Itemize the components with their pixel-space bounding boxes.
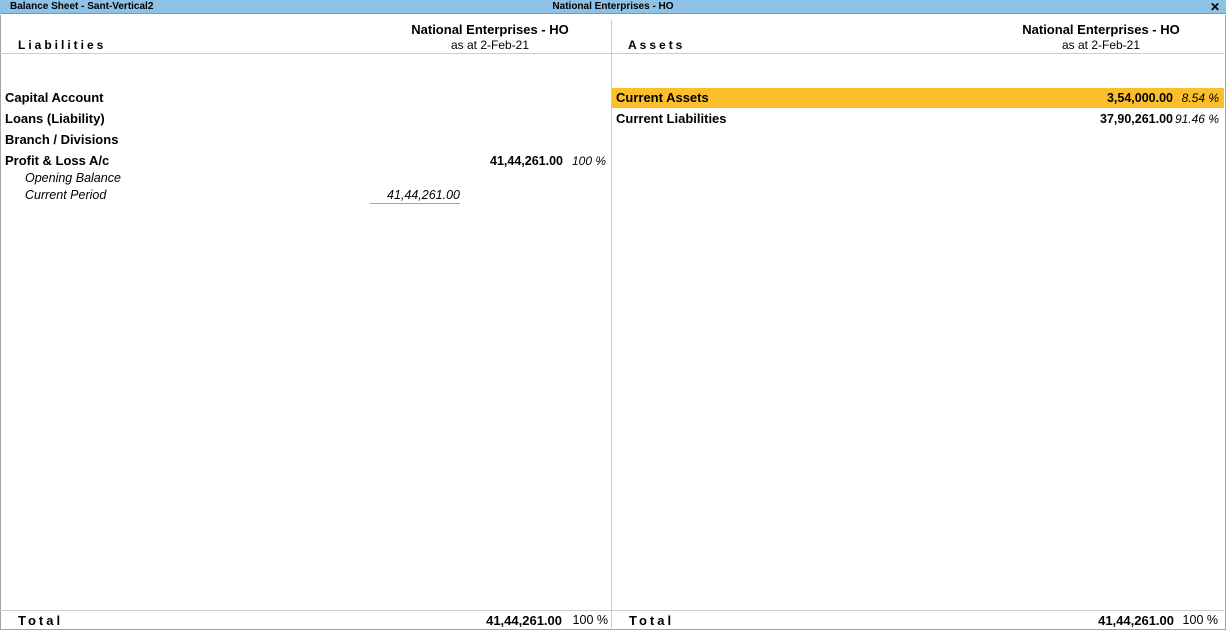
ledger-row-profit-loss[interactable]: Profit & Loss A/c 41,44,261.00 100 % [0, 151, 611, 171]
row-amount: 3,54,000.00 [1106, 91, 1173, 105]
assets-total-row: Total 41,44,261.00 100 % [612, 610, 1224, 630]
assets-company: National Enterprises - HO [1022, 22, 1180, 37]
ledger-row-loans-liability[interactable]: Loans (Liability) [0, 109, 611, 129]
company-title: National Enterprises - HO [552, 1, 674, 12]
row-name: Profit & Loss A/c [5, 153, 110, 168]
sub-row-opening-balance[interactable]: Opening Balance [0, 170, 611, 187]
sub-row-current-period[interactable]: Current Period 41,44,261.00 [0, 187, 611, 204]
close-icon[interactable]: ✕ [1210, 0, 1220, 14]
liabilities-header: Liabilities National Enterprises - HO as… [0, 20, 611, 54]
liabilities-company: National Enterprises - HO [411, 22, 569, 37]
sub-row-amount: 41,44,261.00 [370, 187, 460, 204]
assets-label: Assets [628, 38, 686, 52]
assets-header: Assets National Enterprises - HO as at 2… [612, 20, 1224, 54]
total-amount: 41,44,261.00 [486, 613, 562, 628]
window-title: Balance Sheet - Sant-Vertical2 [10, 1, 154, 12]
row-percent: 100 % [571, 154, 606, 168]
liabilities-label: Liabilities [18, 38, 107, 52]
window-titlebar: Balance Sheet - Sant-Vertical2 National … [0, 0, 1226, 14]
ledger-row-current-assets[interactable]: Current Assets 3,54,000.00 8.54 % [612, 88, 1224, 108]
total-amount: 41,44,261.00 [1098, 613, 1174, 628]
liabilities-total-row: Total 41,44,261.00 100 % [0, 610, 611, 630]
total-percent: 100 % [1182, 613, 1218, 627]
row-name: Capital Account [5, 90, 104, 105]
ledger-row-current-liabilities[interactable]: Current Liabilities 37,90,261.00 91.46 % [612, 109, 1224, 129]
row-name: Branch / Divisions [5, 132, 119, 147]
row-amount: 41,44,261.00 [490, 154, 563, 168]
assets-panel: Assets National Enterprises - HO as at 2… [612, 20, 1224, 630]
assets-as-at: as at 2-Feb-21 [1061, 38, 1141, 52]
row-percent: 8.54 % [1181, 91, 1219, 105]
sub-row-name: Opening Balance [25, 171, 121, 185]
total-percent: 100 % [572, 613, 608, 627]
ledger-row-capital-account[interactable]: Capital Account [0, 88, 611, 108]
sub-row-name: Current Period [25, 188, 107, 202]
row-name: Current Liabilities [616, 111, 727, 126]
total-label: Total [629, 613, 675, 628]
liabilities-as-at: as at 2-Feb-21 [450, 38, 530, 52]
liabilities-panel: Liabilities National Enterprises - HO as… [0, 20, 611, 630]
ledger-row-branch-divisions[interactable]: Branch / Divisions [0, 130, 611, 150]
row-amount: 37,90,261.00 [1100, 112, 1173, 126]
row-name: Current Assets [616, 90, 709, 105]
total-label: Total [18, 613, 64, 628]
row-percent: 91.46 % [1174, 112, 1219, 126]
row-name: Loans (Liability) [5, 111, 105, 126]
